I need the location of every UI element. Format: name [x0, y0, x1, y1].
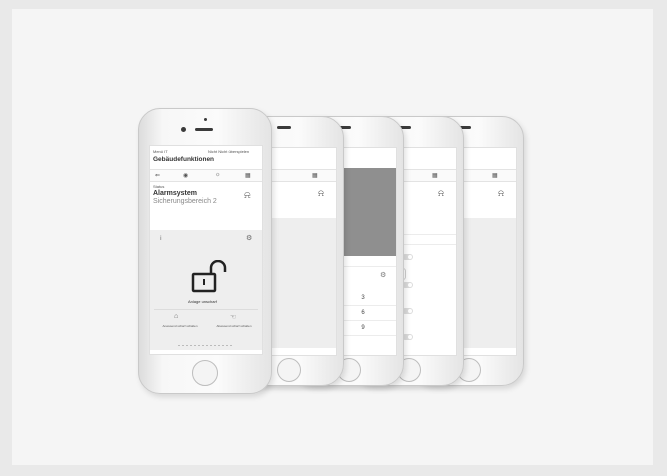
status-text: Anlage unscharf [188, 299, 217, 304]
home-button[interactable] [277, 358, 301, 382]
icon-bar: ⇐ ◉ ☼ ▦ [150, 169, 262, 182]
settings-icon[interactable]: ⚙ [380, 271, 386, 279]
grid-icon[interactable]: ▦ [432, 172, 438, 179]
bell-icon: ⍾ [498, 188, 504, 198]
separator [154, 309, 258, 310]
bell-icon: ⍾ [318, 188, 324, 198]
keypad-key[interactable]: 6 [358, 310, 368, 316]
settings-icon[interactable]: ⚙ [246, 234, 252, 242]
bell-icon: ⍾ [244, 190, 251, 201]
page-dots [178, 345, 234, 346]
info-icon[interactable]: ⅰ [160, 235, 162, 242]
keypad-key[interactable]: 3 [358, 295, 368, 301]
section-subtitle: Sicherungsbereich 2 [153, 198, 217, 205]
action-left-label[interactable]: Anwesend scharf schalten [162, 324, 198, 328]
camera-dot-icon [204, 118, 207, 121]
grid-icon[interactable]: ▦ [245, 172, 251, 179]
home-shield-icon[interactable]: ⌂ [174, 313, 178, 320]
grid-icon[interactable]: ▦ [312, 172, 318, 179]
camera-icon [181, 127, 186, 132]
overview-label: Status [153, 184, 165, 189]
grid-icon[interactable]: ▦ [492, 172, 498, 179]
section-title: Alarmsystem [153, 190, 197, 197]
speaker [277, 126, 291, 129]
status-right: Nicht Nicht überspielen [208, 149, 250, 154]
speaker [195, 128, 213, 131]
unlocked-padlock-icon [191, 260, 227, 293]
phone-front: Menü IT Nicht Nicht überspielen Gebäudef… [138, 108, 272, 394]
camera-icon[interactable]: ◉ [183, 172, 188, 179]
status-left: Menü IT [153, 149, 168, 154]
phone-front-screen: Menü IT Nicht Nicht überspielen Gebäudef… [149, 145, 263, 355]
away-hand-icon[interactable]: ☜ [230, 313, 236, 321]
home-button[interactable] [192, 360, 218, 386]
action-right-label[interactable]: Abwesend scharf schalten [216, 324, 252, 328]
bell-icon: ⍾ [438, 188, 444, 198]
keypad-key[interactable]: 9 [358, 325, 368, 331]
page-title: Gebäudefunktionen [153, 156, 215, 163]
back-arrow-icon[interactable]: ⇐ [155, 172, 160, 179]
light-icon[interactable]: ☼ [215, 172, 221, 178]
